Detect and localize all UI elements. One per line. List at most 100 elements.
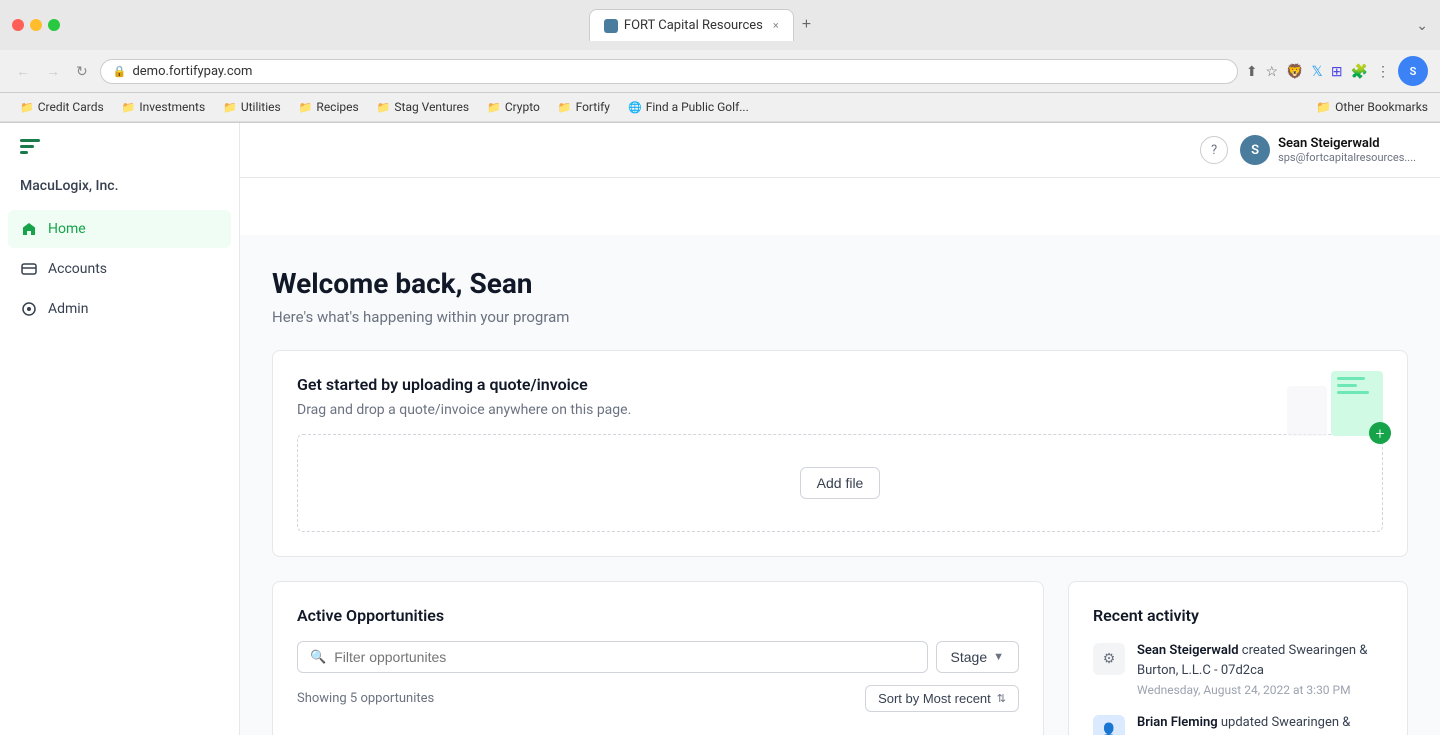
folder-icon: 📁 xyxy=(122,101,136,114)
fortify-logo-icon xyxy=(20,139,40,154)
bookmark-button[interactable]: ☆ xyxy=(1266,63,1279,80)
bookmark-stag-ventures[interactable]: 📁 Stag Ventures xyxy=(369,97,477,117)
other-bookmarks-label: Other Bookmarks xyxy=(1335,100,1428,114)
browser-settings-button[interactable]: ⋮ xyxy=(1376,63,1390,80)
extension-brave-button[interactable]: 🦁 xyxy=(1286,63,1303,80)
activity-action-1: created xyxy=(1242,643,1289,658)
search-row: 🔍 Stage ▼ xyxy=(297,641,1019,673)
other-bookmarks-button[interactable]: 📁 Other Bookmarks xyxy=(1316,100,1428,114)
traffic-lights xyxy=(12,19,60,31)
folder-icon: 📁 xyxy=(558,101,572,114)
browser-profile-avatar[interactable]: S xyxy=(1398,56,1428,86)
title-bar: FORT Capital Resources × + ⌄ xyxy=(0,0,1440,50)
showing-count-label: Showing 5 opportunites xyxy=(297,691,434,706)
bookmark-utilities[interactable]: 📁 Utilities xyxy=(215,97,289,117)
browser-tab-active[interactable]: FORT Capital Resources × xyxy=(589,9,794,41)
sidebar-logo xyxy=(0,123,239,170)
extension-twitter-button[interactable]: 𝕏 xyxy=(1312,63,1323,80)
globe-icon: 🌐 xyxy=(628,101,642,114)
bookmark-label: Investments xyxy=(139,100,205,114)
bookmark-crypto[interactable]: 📁 Crypto xyxy=(479,97,548,117)
add-icon: + xyxy=(1369,422,1391,444)
sort-button[interactable]: Sort by Most recent ⇅ xyxy=(865,685,1019,712)
minimize-window-button[interactable] xyxy=(30,19,42,31)
activity-content-1: Sean Steigerwald created Swearingen & Bu… xyxy=(1137,641,1383,697)
bookmark-label: Utilities xyxy=(241,100,281,114)
tab-close-button[interactable]: × xyxy=(773,19,779,32)
bookmark-credit-cards[interactable]: 📁 Credit Cards xyxy=(12,97,112,117)
upload-card: Get started by uploading a quote/invoice… xyxy=(272,350,1408,557)
sidebar-navigation: Home Accounts Admin xyxy=(0,210,239,735)
illustration-main-card: + xyxy=(1331,371,1383,436)
opportunities-title: Active Opportunities xyxy=(297,606,1019,625)
user-email: sps@fortcapitalresources.... xyxy=(1278,151,1416,164)
illustration-shadow-card xyxy=(1287,386,1327,436)
activity-item-1: ⚙ Sean Steigerwald created Swearingen & … xyxy=(1093,641,1383,697)
activity-gear-icon: ⚙ xyxy=(1093,643,1125,675)
extensions-button[interactable]: 🧩 xyxy=(1351,63,1368,80)
filter-opportunities-input[interactable] xyxy=(334,649,914,665)
activity-title: Recent activity xyxy=(1093,606,1383,625)
recent-activity-card: Recent activity ⚙ Sean Steigerwald creat… xyxy=(1068,581,1408,735)
browser-chrome: FORT Capital Resources × + ⌄ ← → ↻ 🔒 dem… xyxy=(0,0,1440,123)
home-icon xyxy=(20,220,38,238)
share-button[interactable]: ⬆ xyxy=(1246,63,1258,80)
activity-actor-2: Brian Fleming xyxy=(1137,715,1218,730)
bookmark-label: Credit Cards xyxy=(38,100,104,114)
tab-title: FORT Capital Resources xyxy=(624,18,763,33)
user-info: Sean Steigerwald sps@fortcapitalresource… xyxy=(1278,136,1416,164)
card-line-3 xyxy=(1337,391,1369,394)
forward-button[interactable]: → xyxy=(42,61,64,81)
showing-row: Showing 5 opportunites Sort by Most rece… xyxy=(297,685,1019,712)
sidebar-item-admin[interactable]: Admin xyxy=(8,290,231,328)
new-tab-button[interactable]: + xyxy=(794,8,819,42)
avatar-initials: S xyxy=(1251,143,1259,158)
bookmark-fortify[interactable]: 📁 Fortify xyxy=(550,97,618,117)
maximize-window-button[interactable] xyxy=(48,19,60,31)
sidebar-item-label: Admin xyxy=(48,301,88,317)
folder-icon: 📁 xyxy=(299,101,313,114)
browser-menu-button[interactable]: ⌄ xyxy=(1416,17,1428,34)
stage-label: Stage xyxy=(951,649,988,665)
bookmark-investments[interactable]: 📁 Investments xyxy=(114,97,213,117)
upload-illustration: + xyxy=(1287,371,1383,436)
extension-grid-button[interactable]: ⊞ xyxy=(1331,63,1343,80)
activity-actor-1: Sean Steigerwald xyxy=(1137,643,1239,658)
sidebar-item-label: Home xyxy=(48,221,86,237)
admin-icon xyxy=(20,300,38,318)
help-button[interactable]: ? xyxy=(1200,136,1228,164)
logo-line-3 xyxy=(20,151,28,154)
url-input[interactable]: 🔒 demo.fortifypay.com xyxy=(100,59,1238,84)
activity-content-2: Brian Fleming updated Swearingen & Burto… xyxy=(1137,713,1383,735)
upload-dropzone[interactable]: Add file xyxy=(297,434,1383,532)
folder-icon: 📁 xyxy=(20,101,34,114)
reload-button[interactable]: ↻ xyxy=(72,61,92,82)
accounts-icon xyxy=(20,260,38,278)
bookmark-find-golf[interactable]: 🌐 Find a Public Golf... xyxy=(620,97,757,117)
close-window-button[interactable] xyxy=(12,19,24,31)
user-name: Sean Steigerwald xyxy=(1278,136,1416,151)
filter-input-wrap: 🔍 xyxy=(297,641,928,673)
logo-line-2 xyxy=(20,145,34,148)
add-file-button[interactable]: Add file xyxy=(800,467,881,499)
bookmark-recipes[interactable]: 📁 Recipes xyxy=(291,97,367,117)
sidebar-item-home[interactable]: Home xyxy=(8,210,231,248)
sidebar-item-accounts[interactable]: Accounts xyxy=(8,250,231,288)
lock-icon: 🔒 xyxy=(113,65,127,78)
question-mark-icon: ? xyxy=(1211,143,1217,158)
back-button[interactable]: ← xyxy=(12,61,34,81)
upload-card-description: Drag and drop a quote/invoice anywhere o… xyxy=(297,402,1383,418)
activity-timestamp-1: Wednesday, August 24, 2022 at 3:30 PM xyxy=(1137,683,1383,697)
bottom-section: Active Opportunities 🔍 Stage ▼ Showing 5… xyxy=(272,581,1408,735)
main-area: ? S Sean Steigerwald sps@fortcapitalreso… xyxy=(240,123,1440,735)
card-line-2 xyxy=(1337,384,1357,387)
activity-action-2: updated xyxy=(1221,715,1272,730)
user-menu-button[interactable]: S Sean Steigerwald sps@fortcapitalresour… xyxy=(1240,135,1416,165)
search-icon: 🔍 xyxy=(310,650,326,665)
bookmark-label: Recipes xyxy=(316,100,358,114)
org-name: MacuLogix, Inc. xyxy=(0,170,239,210)
sidebar: MacuLogix, Inc. Home Accounts xyxy=(0,123,240,735)
folder-icon: 📁 xyxy=(1316,100,1331,114)
sort-label: Sort by Most recent xyxy=(878,691,991,706)
stage-filter-button[interactable]: Stage ▼ xyxy=(936,641,1019,673)
